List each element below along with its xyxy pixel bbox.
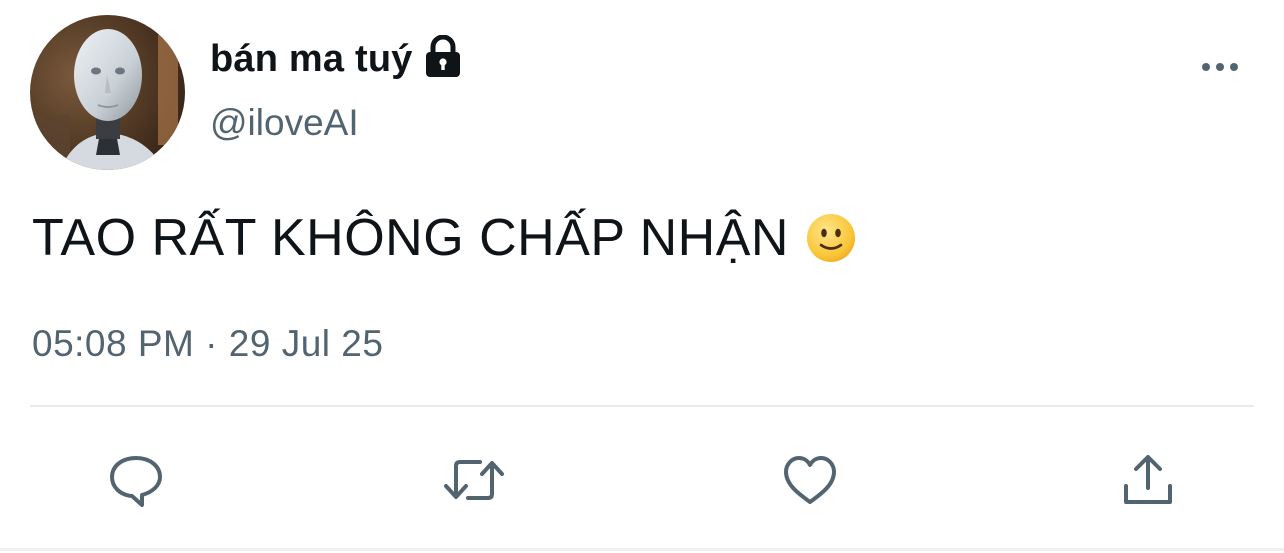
bottom-divider [0,548,1284,551]
retweet-button[interactable] [442,448,506,512]
reply-button[interactable] [104,448,168,512]
slightly-smiling-face-emoji-icon [805,212,857,264]
lock-icon [423,34,463,79]
tweet-timestamp[interactable]: 05:08 PM · 29 Jul 25 [32,323,383,365]
display-name-row: bán ma tuý [210,34,463,82]
tweet-time: 05:08 PM [32,323,195,364]
reply-icon [110,456,162,507]
more-options-icon[interactable] [1198,52,1242,82]
meta-separator: · [205,323,218,364]
retweet-icon [444,460,504,500]
tweet-card: bán ma tuý @iloveAI TAO RẤT KHÔNG CHẤP N… [0,0,1284,553]
divider [30,405,1254,407]
display-name[interactable]: bán ma tuý [210,38,413,81]
tweet-text: TAO RẤT KHÔNG CHẤP NHẬN [32,208,857,268]
tweet-date: 29 Jul 25 [228,323,384,364]
share-icon [1124,455,1172,504]
tweet-text-content: TAO RẤT KHÔNG CHẤP NHẬN [32,209,789,267]
heart-icon [784,456,836,504]
robot-avatar-icon [30,15,185,170]
avatar[interactable] [30,15,185,170]
share-button[interactable] [1116,448,1180,512]
user-handle[interactable]: @iloveAI [210,102,359,144]
like-button[interactable] [778,448,842,512]
